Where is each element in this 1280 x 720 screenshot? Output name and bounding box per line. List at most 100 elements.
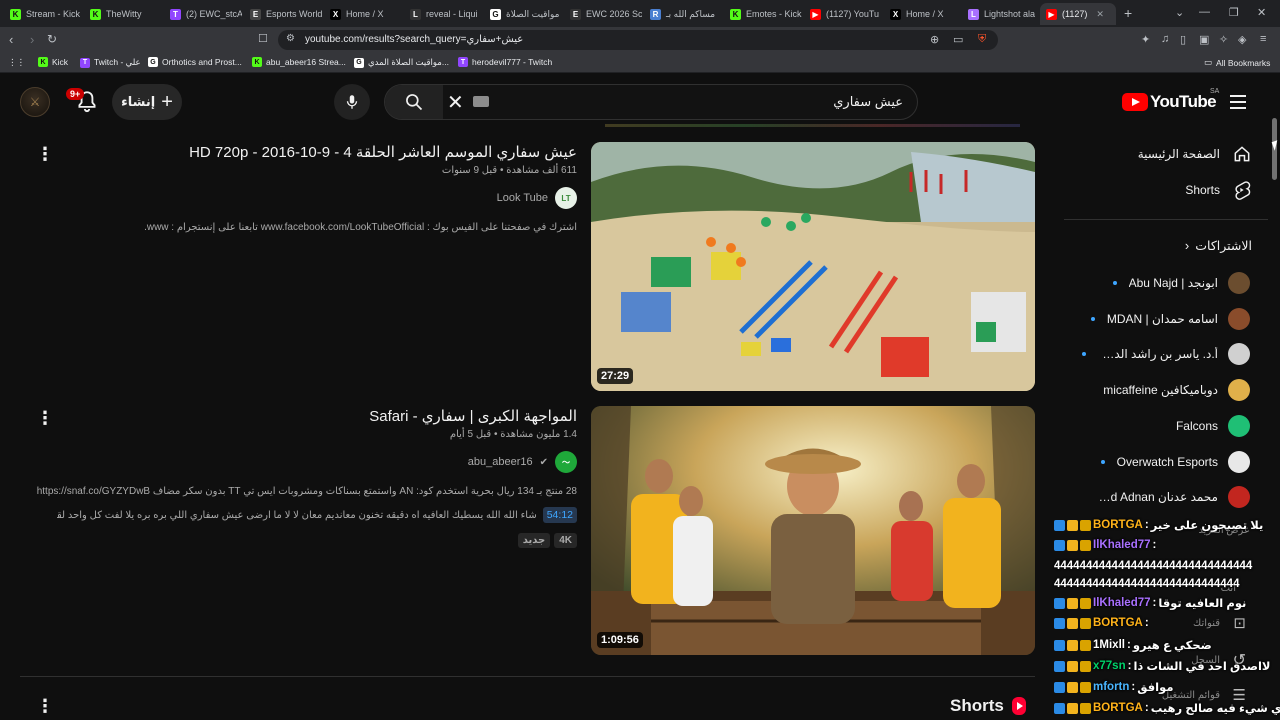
subscriptions-header[interactable]: الاشتراكات ‹ [1185,238,1252,253]
tab-favicon-icon: K [10,8,21,20]
bookmark-label: Twitch - علي [94,57,141,67]
thumbnail-image-safari-hosts [591,406,1035,655]
media-icon[interactable]: ♫ [1161,33,1169,45]
brave-shield-icon[interactable]: ⛨ [978,33,986,46]
bookmark-star-icon[interactable]: ☐ [258,32,268,45]
vpn-icon[interactable]: ◈ [1238,33,1246,46]
channel-avatar[interactable]: 〜 [555,451,577,473]
browser-tab[interactable]: L Lightshot ala [962,3,1040,25]
chapter-snippet[interactable]: شاء الله الله يسطيك العافيه اه دقيقه تخن… [37,507,577,523]
search-query-text[interactable]: عيش سفاري [833,94,903,110]
chat-username: BORTGA [1093,519,1143,531]
subscription-item[interactable]: محمد عدنان Mohammad Adnan [1064,482,1268,512]
tab-favicon-icon: E [250,8,261,20]
address-bar[interactable]: ⚙ youtube.com/results?search_query=عيش+س… [278,30,998,50]
video-result[interactable]: 27:29 عيش سفاري الموسم العاشر الحلقة 4 -… [20,142,1035,392]
back-icon[interactable]: ‹ [9,32,13,47]
wallet-icon[interactable]: ▣ [1199,33,1209,46]
all-bookmarks-button[interactable]: ▭ All Bookmarks [1204,57,1270,68]
menu-icon[interactable]: ≡ [1260,33,1266,45]
extensions-icon[interactable]: ✦ [1141,33,1150,46]
leo-ai-icon[interactable]: ✧ [1219,33,1228,46]
subscription-item[interactable]: Falcons [1064,411,1268,441]
browser-tab[interactable]: K Emotes - Kick [724,3,802,25]
tab-favicon-icon: ▶ [1046,8,1057,20]
bookmark-item[interactable]: Kabu_abeer16 Strea... [252,57,346,67]
chat-text: موافق [1137,682,1174,694]
keyboard-icon[interactable] [473,96,489,107]
zoom-icon[interactable]: ⊕ [930,33,939,46]
shorts-logo-icon [1011,697,1026,715]
chat-username: 1Mixll [1093,639,1125,651]
close-window-button[interactable]: ✕ [1257,6,1266,19]
voice-search-button[interactable] [334,84,370,120]
bookmark-item[interactable]: Therodevil777 - Twitch [458,57,552,67]
create-button[interactable]: إنشاء + [112,84,182,120]
clear-search-icon[interactable]: ✕ [447,90,464,115]
more-actions-icon[interactable]: ⋮ [36,144,54,165]
chapter-timestamp[interactable]: 54:12 [542,507,577,523]
youtube-logo[interactable]: YouTube SA [1122,88,1219,112]
forward-icon[interactable]: › [30,32,34,47]
new-tab-button[interactable]: + [1124,5,1132,21]
browser-tab[interactable]: G مواقيت الصلاة [484,3,562,25]
browser-tab[interactable]: X Home / X [884,3,962,25]
video-thumbnail[interactable]: 27:29 [591,142,1035,391]
minimize-button[interactable]: — [1199,6,1210,18]
bookmark-favicon-icon: K [38,57,48,67]
subscription-item[interactable]: ابونجد | Abu Najd [1064,268,1268,298]
video-thumbnail[interactable]: 1:09:56 [591,406,1035,655]
video-title[interactable]: المواجهة الكبرى | سفاري - Safari [37,406,577,428]
sidebar-item-shorts[interactable]: Shorts [1064,172,1268,208]
subscription-item[interactable]: اسامه حمدان | MDAN [1064,304,1268,334]
video-result[interactable]: 1:09:56 المواجهة الكبرى | سفاري - Safari… [20,406,1035,656]
channel-link[interactable]: Look Tube LT [37,187,577,209]
sidebar-item-home[interactable]: الصفحة الرئيسية [1064,136,1268,172]
subscription-item[interactable]: Overwatch Esports [1064,447,1268,477]
microphone-icon [346,95,358,109]
chat-badge-icon [1067,539,1078,551]
browser-tab[interactable]: E Esports World [244,3,322,25]
subscription-item[interactable]: أ.د. ياسر بن راشد الدوسـري [1064,339,1268,369]
bookmark-item[interactable]: G Orthotics and Prost... [148,57,242,67]
browser-tab[interactable]: Lreveal - Liqui [404,3,482,25]
tab-title: Home / X [906,9,944,19]
subscription-item[interactable]: دوباميكافين micaffeine [1064,375,1268,405]
bookmark-item[interactable]: K Kick [38,57,68,67]
tab-title: TheWitty [106,9,142,19]
guide-menu-icon[interactable] [1230,95,1246,113]
youtube-header: ⚔ 9+ إنشاء + ✕ عيش سفاري YouTube SA [0,74,1280,130]
browser-tab[interactable]: K Stream - Kick [4,3,82,25]
browser-tab[interactable]: R مساكم الله بـ [644,3,722,25]
reload-icon[interactable]: ↻ [47,32,57,46]
apps-icon[interactable]: ⋮⋮ [8,57,25,68]
chat-badge-icon [1054,539,1065,551]
search-field[interactable]: ✕ عيش سفاري [384,84,918,120]
browser-tab[interactable]: E EWC 2026 Sc [564,3,642,25]
account-avatar[interactable]: ⚔ [20,87,50,117]
chat-text: ضحكي ع هيرو [1132,640,1212,652]
cast-icon[interactable]: ▭ [953,33,963,46]
browser-tab[interactable]: ▶ (1127) ✕ [1040,3,1116,25]
bookmark-item[interactable]: T Twitch - علي [80,57,141,68]
thumbnail-image-desert-course [591,142,1035,391]
shorts-more-icon[interactable]: ⋮ [36,696,54,717]
chat-badge-icon [1080,702,1091,714]
close-tab-icon[interactable]: ✕ [1096,9,1104,20]
sidebar-icon[interactable]: ▯ [1180,33,1186,46]
browser-tab[interactable]: ▶ (1127) YouTu [804,3,882,25]
maximize-button[interactable]: ❐ [1229,6,1239,19]
site-info-icon[interactable]: ⚙ [286,33,295,44]
video-title[interactable]: عيش سفاري الموسم العاشر الحلقة 4 - 9-10-… [37,142,577,164]
browser-tab[interactable]: K TheWitty [84,3,162,25]
more-actions-icon[interactable]: ⋮ [36,408,54,429]
search-button[interactable] [385,85,443,119]
browser-tab[interactable]: X Home / X [324,3,402,25]
tab-search-icon[interactable]: ⌄ [1175,6,1184,19]
channel-avatar[interactable]: LT [555,187,577,209]
browser-tab[interactable]: T (2) EWC_stcA [164,3,242,25]
browser-toolbar: ‹ › ↻ ☐ ⚙ youtube.com/results?search_que… [0,27,1280,53]
bookmark-item[interactable]: G مواقيت الصلاة المدي... [354,57,449,68]
chevron-icon: ‹ [1184,238,1190,253]
channel-link[interactable]: abu_abeer16 ✔ 〜 [37,451,577,473]
